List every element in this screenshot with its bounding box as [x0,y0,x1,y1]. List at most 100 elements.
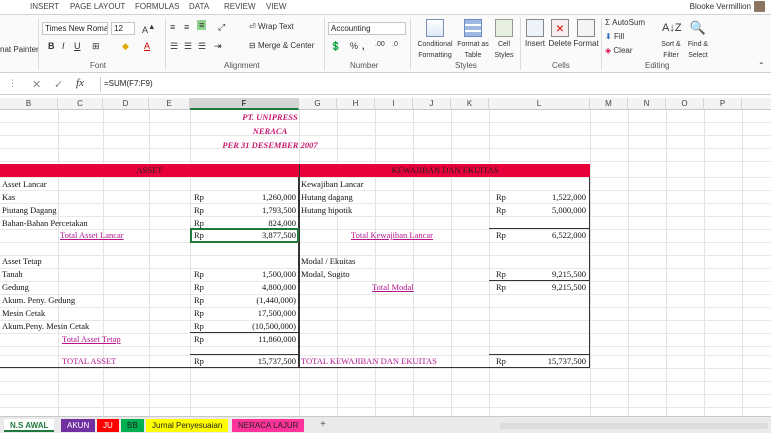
comma-style-icon[interactable]: , [362,41,365,51]
asset-amount[interactable]: 4,800,000 [220,282,296,292]
col-header-j[interactable]: J [413,98,451,110]
cancel-entry-icon[interactable]: ✕ [32,78,41,91]
col-header-g[interactable]: G [299,98,337,110]
tab-formulas[interactable]: FORMULAS [135,2,179,11]
sort-filter-button[interactable]: A↓Z Sort & Filter [658,19,684,61]
add-sheet-button[interactable]: + [316,419,330,432]
total-current-assets-amount[interactable]: 3,877,500 [220,230,296,240]
total-current-liabilities-amount[interactable]: 6,522,000 [510,230,586,240]
col-header-h[interactable]: H [337,98,375,110]
sheet-tab-neraca-lajur[interactable]: NERACA LAJUR [232,419,305,432]
sheet-tab-ns-awal[interactable]: N.S AWAL [4,419,55,432]
cell-styles-button[interactable]: Cell Styles [490,19,518,61]
bold-button[interactable]: B [48,41,55,51]
col-header-f[interactable]: F [190,98,299,110]
collapse-ribbon-icon[interactable]: ⌃ [758,61,765,70]
user-account[interactable]: Blooke Vermillion [690,1,765,12]
asset-header: ASSET [0,164,299,177]
asset-amount[interactable]: 824,000 [220,218,296,228]
total-equity-amount[interactable]: 9,215,500 [510,282,586,292]
borders-icon[interactable]: ⊞ [92,41,100,52]
font-size-select[interactable]: 12 [111,22,135,35]
format-cells-button[interactable]: Format [572,19,600,49]
insert-function-icon[interactable]: fx [76,77,84,89]
col-header-d[interactable]: D [103,98,149,110]
format-as-table-button[interactable]: Format as Table [456,19,490,61]
total-fixed-assets-amount[interactable]: 11,860,000 [220,334,296,344]
currency-label: Rp [194,205,204,215]
align-middle-icon[interactable]: ≡ [184,22,189,32]
currency-label: Rp [194,295,204,305]
horizontal-scrollbar[interactable] [500,423,768,429]
total-equity-label: Total Modal [372,282,414,292]
delete-cells-icon: × [551,19,569,37]
col-header-n[interactable]: N [628,98,666,110]
total-assets-amount[interactable]: 15,737,500 [220,356,296,366]
conditional-formatting-button[interactable]: Conditional Formatting [412,19,458,61]
column-headers: B C D E F G H I J K L M N O P [0,98,771,110]
number-format-select[interactable]: Accounting [328,22,406,35]
align-right-icon[interactable]: ☰ [198,41,206,52]
tab-page-layout[interactable]: PAGE LAYOUT [70,2,125,11]
col-header-k[interactable]: K [451,98,489,110]
asset-amount[interactable]: 1,793,500 [220,205,296,215]
asset-amount[interactable]: 1,500,000 [220,269,296,279]
asset-amount[interactable]: 17,500,000 [220,308,296,318]
wrap-text-button[interactable]: ⏎ Wrap Text [249,22,294,31]
tab-review[interactable]: REVIEW [224,2,256,11]
col-header-b[interactable]: B [0,98,58,110]
col-header-m[interactable]: M [590,98,628,110]
report-date: PER 31 DESEMBER 2007 [222,140,318,150]
currency-label: Rp [496,192,506,202]
tab-data[interactable]: DATA [189,2,209,11]
clear-button[interactable]: ◈ Clear [605,46,633,55]
sheet-tab-akun[interactable]: AKUN [61,419,96,432]
col-header-o[interactable]: O [666,98,704,110]
col-header-l[interactable]: L [489,98,590,110]
align-left-icon[interactable]: ☰ [170,41,178,52]
merge-center-button[interactable]: ⊟ Merge & Center [249,41,314,50]
formula-input[interactable]: =SUM(F7:F9) [100,77,771,92]
italic-button[interactable]: I [62,41,65,51]
tab-view[interactable]: VIEW [266,2,286,11]
align-center-icon[interactable]: ☰ [184,41,192,52]
col-header-i[interactable]: I [375,98,413,110]
sheet-tab-jurnal-penyesuaian[interactable]: Jurnal Penyesuaian [146,419,229,432]
asset-amount[interactable]: (1,440,000) [220,295,296,305]
align-bottom-icon[interactable]: ≡ [197,20,207,30]
font-name-select[interactable]: Times New Roma [42,22,108,35]
percent-icon[interactable]: % [350,41,358,51]
increase-decimal-icon[interactable]: .00 [375,41,385,48]
indent-icon[interactable]: ⇥ [214,41,222,52]
asset-amount[interactable]: 1,260,000 [220,192,296,202]
insert-cells-button[interactable]: Insert [522,19,548,49]
autosum-button[interactable]: Σ AutoSum [605,18,645,27]
format-painter-button[interactable]: nat Painter [0,45,39,54]
delete-cells-button[interactable]: × Delete [546,19,574,49]
orientation-icon[interactable]: ⤢ [218,22,225,33]
col-header-e[interactable]: E [149,98,190,110]
liability-amount[interactable]: 5,000,000 [510,205,586,215]
current-assets-title: Asset Lancar [2,179,47,189]
fill-color-icon[interactable]: ◆ [122,41,129,52]
sheet-tab-ju[interactable]: JU [97,419,119,432]
sheet-tab-bb[interactable]: BB [121,419,144,432]
tab-insert[interactable]: INSERT [30,2,59,11]
grow-font-icon[interactable]: A▲ [142,22,155,35]
worksheet-grid[interactable]: PT. UNIPRESS NERACA PER 31 DESEMBER 2007… [0,110,771,416]
equity-amount[interactable]: 9,215,500 [510,269,586,279]
accounting-format-icon[interactable]: 💲 [330,41,341,52]
font-color-icon[interactable]: A [144,41,150,51]
col-header-p[interactable]: P [704,98,742,110]
liability-amount[interactable]: 1,522,000 [510,192,586,202]
col-header-c[interactable]: C [58,98,103,110]
decrease-decimal-icon[interactable]: .0 [392,41,398,48]
align-top-icon[interactable]: ≡ [170,22,175,32]
confirm-entry-icon[interactable]: ✓ [54,78,63,91]
underline-button[interactable]: U [74,41,81,51]
fill-button[interactable]: ⬇ Fill [605,32,624,41]
asset-amount[interactable]: (10,500,000) [220,321,296,331]
find-select-button[interactable]: 🔍 Find & Select [685,19,711,61]
more-options-icon[interactable]: ⋮ [8,78,17,89]
total-liabilities-equity-amount[interactable]: 15,737,500 [510,356,586,366]
